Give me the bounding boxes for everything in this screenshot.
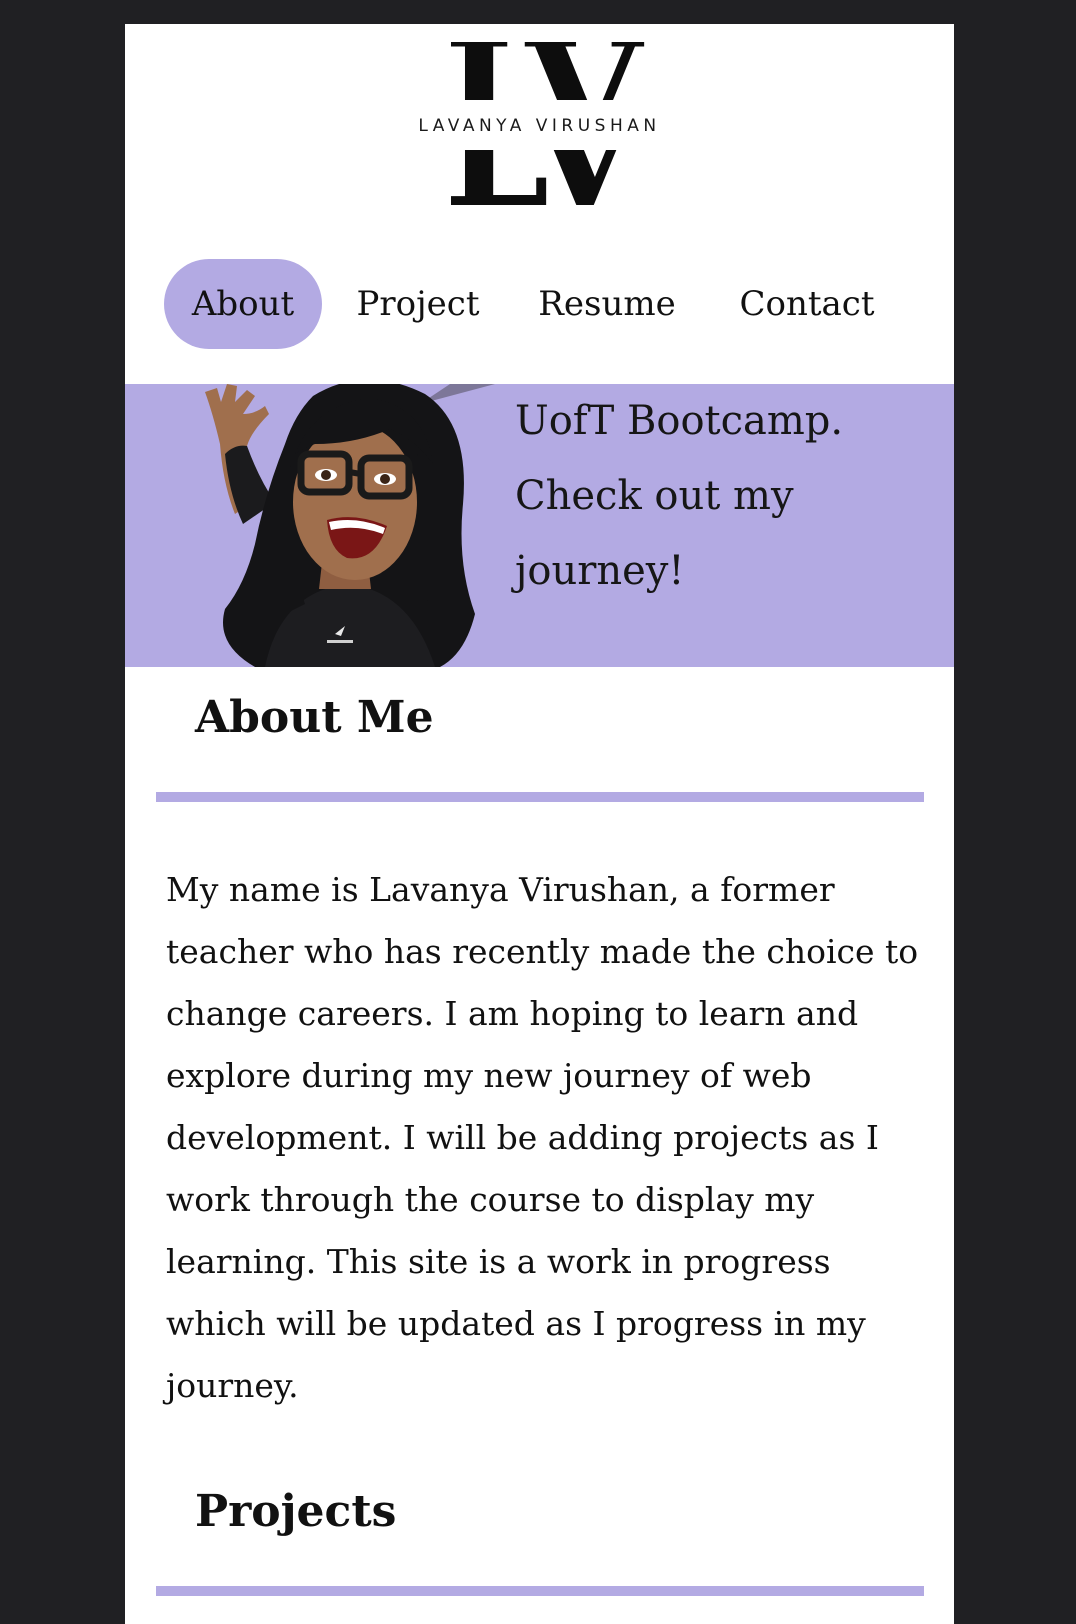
projects-divider xyxy=(156,1586,924,1596)
about-divider xyxy=(156,792,924,802)
nav-item-project[interactable]: Project xyxy=(343,259,493,349)
about-me-heading: About Me xyxy=(195,692,434,743)
nav-item-resume[interactable]: Resume xyxy=(523,259,691,349)
bitmoji-avatar-icon xyxy=(205,384,495,667)
banner-message: UofT Bootcamp. Check out my journey! xyxy=(515,384,945,609)
logo-name: LAVANYA VIRUSHAN xyxy=(125,116,954,136)
main-nav: About Project Resume Contact xyxy=(125,259,954,349)
hero-banner: UofT Bootcamp. Check out my journey! xyxy=(125,384,954,667)
banner-line: Check out my xyxy=(515,473,794,519)
nav-item-about[interactable]: About xyxy=(164,259,322,349)
nav-item-contact[interactable]: Contact xyxy=(723,259,891,349)
page-container: LV LV LAVANYA VIRUSHAN About Project Res… xyxy=(125,24,954,1624)
banner-line: journey! xyxy=(515,548,685,594)
site-logo[interactable]: LV LV LAVANYA VIRUSHAN xyxy=(125,24,954,214)
projects-heading: Projects xyxy=(195,1486,397,1537)
about-me-text: My name is Lavanya Virushan, a former te… xyxy=(166,870,919,1405)
banner-line: UofT Bootcamp. xyxy=(515,398,844,444)
